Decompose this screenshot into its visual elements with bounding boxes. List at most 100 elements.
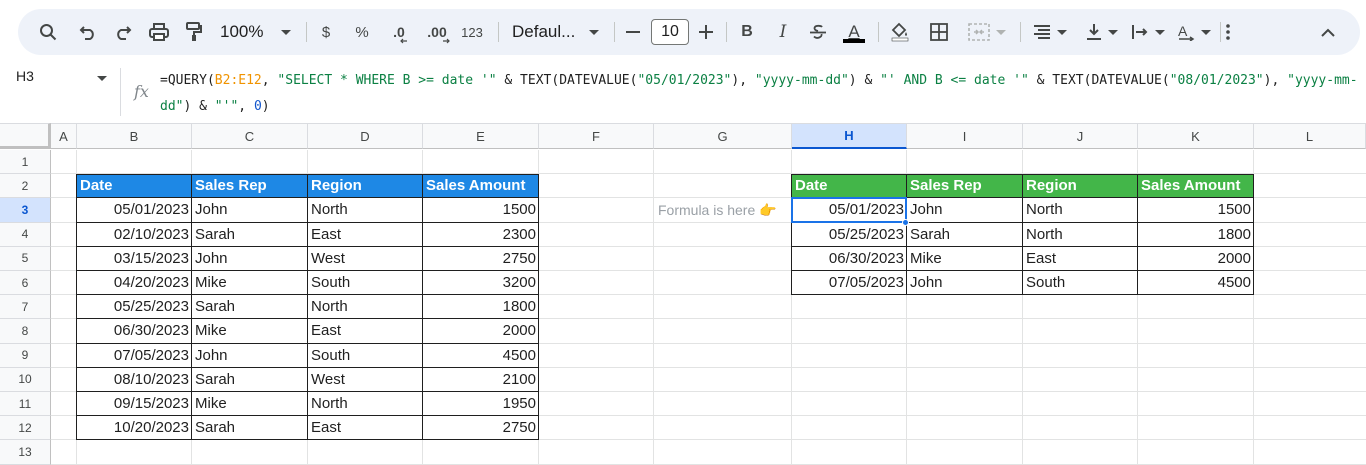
table-cell[interactable]: 2750	[423, 416, 539, 439]
table-cell[interactable]: 05/01/2023	[77, 198, 192, 221]
column-header-l[interactable]: L	[1254, 123, 1366, 149]
text-rotation-icon[interactable]: A	[1172, 9, 1216, 55]
table-cell[interactable]: Sarah	[907, 223, 1023, 246]
table-cell[interactable]: John	[907, 271, 1023, 294]
row-header-1[interactable]: 1	[0, 150, 51, 175]
table-cell[interactable]: East	[308, 416, 423, 439]
row-header-4[interactable]: 4	[0, 222, 51, 247]
chevron-down-icon[interactable]	[97, 76, 107, 81]
table-cell[interactable]: 1800	[423, 295, 539, 318]
table-cell[interactable]: 2000	[1138, 247, 1254, 270]
table-cell[interactable]: South	[308, 344, 423, 367]
currency-format-button[interactable]: $	[316, 9, 336, 55]
table-cell[interactable]: John	[192, 344, 308, 367]
table-cell[interactable]: South	[1023, 271, 1138, 294]
merge-cells-icon[interactable]	[966, 9, 1008, 55]
percent-format-button[interactable]: %	[351, 9, 373, 55]
decrease-font-size-button[interactable]	[624, 9, 642, 55]
table-cell[interactable]: East	[1023, 247, 1138, 270]
table-header-cell[interactable]: Sales Amount	[1138, 174, 1254, 198]
table-cell[interactable]: 06/30/2023	[792, 247, 907, 270]
strikethrough-icon[interactable]	[807, 9, 829, 55]
decrease-decimal-button[interactable]: .0	[386, 9, 412, 55]
table-cell[interactable]: 03/15/2023	[77, 247, 192, 270]
table-cell[interactable]: West	[308, 368, 423, 391]
table-cell[interactable]: 10/20/2023	[77, 416, 192, 439]
text-wrapping-icon[interactable]	[1126, 9, 1170, 55]
column-header-c[interactable]: C	[192, 123, 308, 149]
row-header-11[interactable]: 11	[0, 392, 51, 417]
table-cell[interactable]: Sarah	[192, 295, 308, 318]
table-cell[interactable]: 07/05/2023	[77, 344, 192, 367]
borders-icon[interactable]	[928, 9, 950, 55]
table-cell[interactable]: 07/05/2023	[792, 271, 907, 294]
row-header-9[interactable]: 9	[0, 343, 51, 368]
table-cell[interactable]: 4500	[1138, 271, 1254, 294]
search-menus-icon[interactable]	[36, 9, 60, 55]
column-header-i[interactable]: I	[907, 123, 1023, 149]
table-cell[interactable]: 2000	[423, 319, 539, 342]
table-cell[interactable]: 05/25/2023	[792, 223, 907, 246]
table-cell[interactable]: North	[308, 198, 423, 221]
column-header-k[interactable]: K	[1138, 123, 1254, 149]
column-header-h[interactable]: H	[792, 123, 907, 149]
table-cell[interactable]: 1950	[423, 392, 539, 415]
table-cell[interactable]: 4500	[423, 344, 539, 367]
font-size-input[interactable]: 10	[650, 9, 690, 55]
column-header-a[interactable]: A	[51, 123, 77, 149]
spreadsheet-grid[interactable]: A B C D E F G H I J K L 1 2 3 4 5 6 7 8 9 10 11 12 13 Date Sales R…	[0, 123, 1366, 465]
table-cell[interactable]: John	[907, 198, 1023, 221]
table-cell[interactable]: Mike	[192, 319, 308, 342]
text-color-button[interactable]: A	[842, 9, 866, 55]
table-cell[interactable]: Mike	[192, 271, 308, 294]
table-header-cell[interactable]: Sales Amount	[423, 174, 539, 198]
table-cell[interactable]: 2750	[423, 247, 539, 270]
table-cell[interactable]: East	[308, 223, 423, 246]
more-options-icon[interactable]	[1218, 9, 1238, 55]
table-cell[interactable]: John	[192, 247, 308, 270]
zoom-select[interactable]: 100%	[220, 9, 300, 55]
table-cell[interactable]: South	[308, 271, 423, 294]
table-cell[interactable]: 02/10/2023	[77, 223, 192, 246]
table-cell[interactable]: North	[308, 392, 423, 415]
table-cell[interactable]: John	[192, 198, 308, 221]
table-cell[interactable]: 1500	[1138, 198, 1254, 221]
print-icon[interactable]	[147, 9, 171, 55]
row-header-13[interactable]: 13	[0, 440, 51, 465]
select-all-corner[interactable]	[0, 123, 51, 149]
increase-font-size-button[interactable]	[697, 9, 715, 55]
vertical-align-icon[interactable]	[1080, 9, 1124, 55]
column-header-e[interactable]: E	[423, 123, 539, 149]
table-cell[interactable]: 06/30/2023	[77, 319, 192, 342]
bold-button[interactable]: B	[736, 9, 758, 55]
table-cell[interactable]: North	[1023, 198, 1138, 221]
table-cell[interactable]: 1500	[423, 198, 539, 221]
row-header-10[interactable]: 10	[0, 367, 51, 392]
table-header-cell[interactable]: Date	[792, 174, 907, 198]
row-header-6[interactable]: 6	[0, 271, 51, 296]
table-cell[interactable]: 3200	[423, 271, 539, 294]
table-cell[interactable]: Mike	[907, 247, 1023, 270]
redo-icon[interactable]	[111, 9, 135, 55]
row-header-7[interactable]: 7	[0, 295, 51, 320]
column-header-g[interactable]: G	[654, 123, 792, 149]
table-cell[interactable]: Sarah	[192, 368, 308, 391]
table-cell[interactable]: Sarah	[192, 416, 308, 439]
table-cell[interactable]: Sarah	[192, 223, 308, 246]
row-header-8[interactable]: 8	[0, 319, 51, 344]
table-cell[interactable]: 05/01/2023	[792, 198, 907, 221]
table-cell[interactable]: 2100	[423, 368, 539, 391]
table-cell[interactable]: 08/10/2023	[77, 368, 192, 391]
row-header-2[interactable]: 2	[0, 174, 51, 199]
more-formats-button[interactable]: 123	[458, 9, 486, 55]
horizontal-align-icon[interactable]	[1028, 9, 1072, 55]
table-cell[interactable]: East	[308, 319, 423, 342]
formula-input[interactable]: =QUERY(B2:E12, "SELECT * WHERE B >= date…	[160, 68, 1360, 120]
table-cell[interactable]: 2300	[423, 223, 539, 246]
table-cell[interactable]: 1800	[1138, 223, 1254, 246]
table-cell[interactable]: West	[308, 247, 423, 270]
table-cell[interactable]: 04/20/2023	[77, 271, 192, 294]
paint-format-icon[interactable]	[182, 9, 206, 55]
column-header-b[interactable]: B	[77, 123, 192, 149]
column-header-f[interactable]: F	[539, 123, 654, 149]
